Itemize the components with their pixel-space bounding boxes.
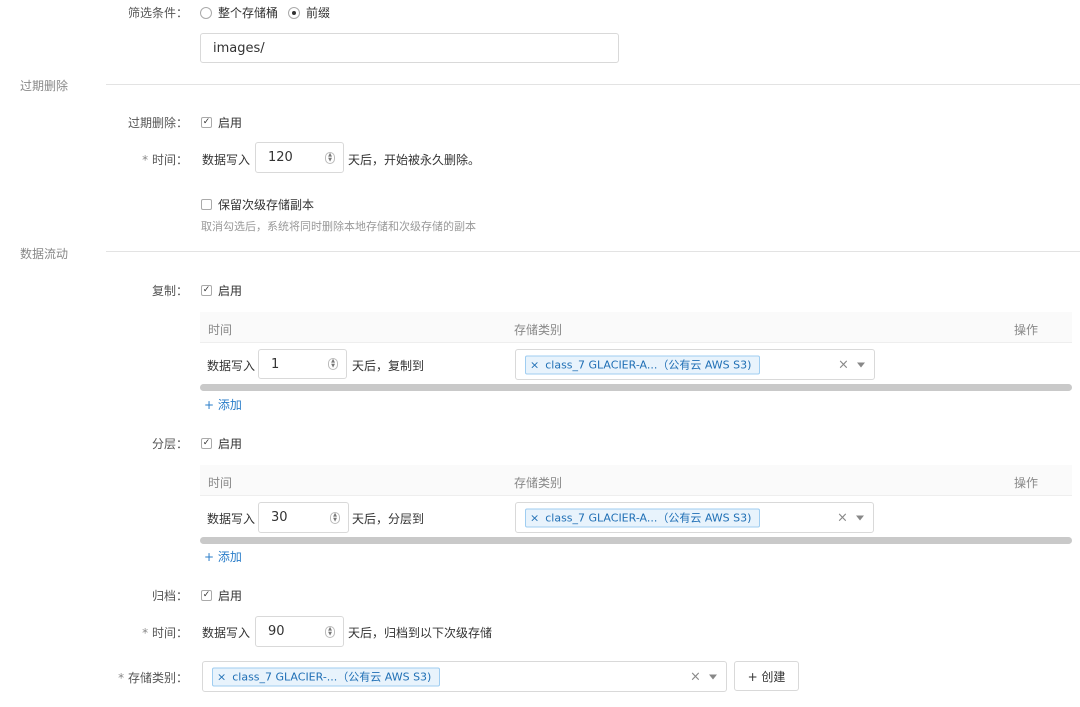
check-icon: ✓ (202, 438, 211, 448)
tiering-class-tag-text: class_7 GLACIER-A...（公有云 AWS S3) (545, 511, 752, 525)
tiering-enable-text: 启用 (218, 437, 243, 451)
replication-enable-row: ✓ 启用 (201, 282, 242, 299)
replication-before-text: 数据写入 (207, 359, 256, 373)
expire-enable-label: 过期删除： (127, 116, 188, 130)
clear-icon[interactable]: × (838, 357, 849, 372)
replication-col-action: 操作 (1014, 323, 1039, 337)
replication-col-class: 存储类别 (514, 323, 563, 337)
tiering-days-value: 30 (271, 510, 288, 525)
check-icon: ✓ (202, 117, 211, 127)
expire-time-label: * 时间： (142, 153, 188, 167)
tiering-add-link[interactable]: + 添加 (204, 548, 242, 565)
tiering-label: 分层： (151, 437, 188, 451)
radio-whole-bucket-label: 整个存储桶 (218, 6, 279, 20)
replication-days-stepper[interactable]: 1 ▲ ▼ (258, 349, 347, 379)
replication-after-text: 天后，复制到 (352, 359, 425, 373)
section-divider (106, 251, 1080, 252)
replication-enable-text: 启用 (218, 284, 243, 298)
caret-down-icon[interactable] (709, 674, 717, 679)
archive-enable-text: 启用 (218, 589, 243, 603)
expire-after-text: 天后，开始被永久删除。 (348, 153, 481, 167)
expire-enable-checkbox[interactable]: ✓ (201, 117, 212, 128)
tiering-col-class: 存储类别 (514, 476, 563, 490)
keep-copy-text: 保留次级存储副本 (218, 198, 315, 212)
replication-col-time: 时间 (208, 323, 233, 337)
tiering-col-time: 时间 (208, 476, 233, 490)
replication-table-header (200, 312, 1072, 342)
table-divider (200, 495, 1072, 496)
keep-copy-hint: 取消勾选后，系统将同时删除本地存储和次级存储的副本 (201, 220, 476, 233)
tag-remove-icon[interactable]: × (530, 358, 539, 371)
caret-down-icon[interactable] (857, 362, 865, 367)
replication-class-select[interactable]: × class_7 GLACIER-A...（公有云 AWS S3) × (515, 349, 875, 380)
archive-days-value: 90 (268, 624, 285, 639)
clear-icon[interactable]: × (837, 510, 848, 525)
check-icon: ✓ (202, 285, 211, 295)
stepper-arrows-icon[interactable]: ▲ ▼ (325, 625, 335, 638)
filter-options: 整个存储桶 前缀 (200, 4, 330, 21)
tiering-enable-row: ✓ 启用 (201, 435, 242, 452)
tiering-scroll-thumb[interactable] (200, 537, 1072, 544)
radio-prefix[interactable] (288, 6, 301, 19)
replication-days-value: 1 (271, 356, 280, 372)
stepper-arrows-icon[interactable]: ▲ ▼ (330, 511, 340, 524)
replication-add-link[interactable]: + 添加 (204, 396, 242, 413)
tag-remove-icon[interactable]: × (530, 511, 539, 524)
replication-scroll-thumb[interactable] (200, 384, 1072, 391)
archive-time-label: * 时间： (142, 626, 188, 640)
archive-class-tag: × class_7 GLACIER-...（公有云 AWS S3) (212, 667, 441, 686)
archive-label: 归档： (151, 589, 188, 603)
radio-prefix-label: 前缀 (306, 6, 331, 20)
expire-before-text: 数据写入 (202, 153, 251, 167)
expire-days-value: 120 (268, 150, 293, 165)
archive-days-stepper[interactable]: 90 ▲ ▼ (255, 616, 344, 647)
section-title-expire: 过期删除 (20, 79, 69, 93)
filter-label: 筛选条件： (127, 6, 188, 20)
archive-before-text: 数据写入 (202, 626, 251, 640)
tiering-before-text: 数据写入 (207, 512, 256, 526)
caret-down-icon[interactable] (856, 515, 864, 520)
section-divider (106, 84, 1080, 85)
prefix-input[interactable]: images/ (200, 33, 619, 63)
archive-after-text: 天后，归档到以下次级存储 (348, 626, 493, 640)
clear-icon[interactable]: × (690, 669, 701, 684)
replication-class-tag: × class_7 GLACIER-A...（公有云 AWS S3) (525, 355, 761, 374)
replication-enable-checkbox[interactable]: ✓ (201, 285, 212, 296)
check-icon: ✓ (202, 590, 211, 600)
expire-days-stepper[interactable]: 120 ▲ ▼ (255, 142, 344, 173)
stepper-arrows-icon[interactable]: ▲ ▼ (325, 151, 335, 164)
expire-enable-text: 启用 (218, 116, 243, 130)
tag-remove-icon[interactable]: × (217, 670, 226, 683)
section-title-flow: 数据流动 (20, 247, 69, 261)
expire-enable-row: ✓ 启用 (201, 114, 242, 131)
keep-copy-checkbox[interactable] (201, 199, 212, 210)
table-divider (200, 342, 1072, 343)
archive-class-label: * 存储类别： (118, 671, 188, 685)
create-storage-class-button[interactable]: + 创建 (734, 661, 799, 691)
radio-whole-bucket[interactable] (200, 6, 212, 19)
tiering-class-tag: × class_7 GLACIER-A...（公有云 AWS S3) (525, 508, 761, 527)
replication-class-tag-text: class_7 GLACIER-A...（公有云 AWS S3) (545, 358, 752, 372)
tiering-enable-checkbox[interactable]: ✓ (201, 438, 212, 449)
archive-class-select[interactable]: × class_7 GLACIER-...（公有云 AWS S3) × (202, 661, 727, 692)
replication-label: 复制： (151, 284, 188, 298)
archive-enable-row: ✓ 启用 (201, 587, 242, 604)
stepper-arrows-icon[interactable]: ▲ ▼ (328, 358, 338, 370)
tiering-class-select[interactable]: × class_7 GLACIER-A...（公有云 AWS S3) × (515, 502, 874, 533)
archive-enable-checkbox[interactable]: ✓ (201, 590, 212, 601)
archive-class-tag-text: class_7 GLACIER-...（公有云 AWS S3) (232, 670, 432, 684)
tiering-col-action: 操作 (1014, 476, 1039, 490)
tiering-table-header (200, 465, 1072, 495)
tiering-after-text: 天后，分层到 (352, 512, 425, 526)
tiering-days-stepper[interactable]: 30 ▲ ▼ (258, 502, 349, 533)
keep-copy-row: 保留次级存储副本 (201, 196, 314, 213)
